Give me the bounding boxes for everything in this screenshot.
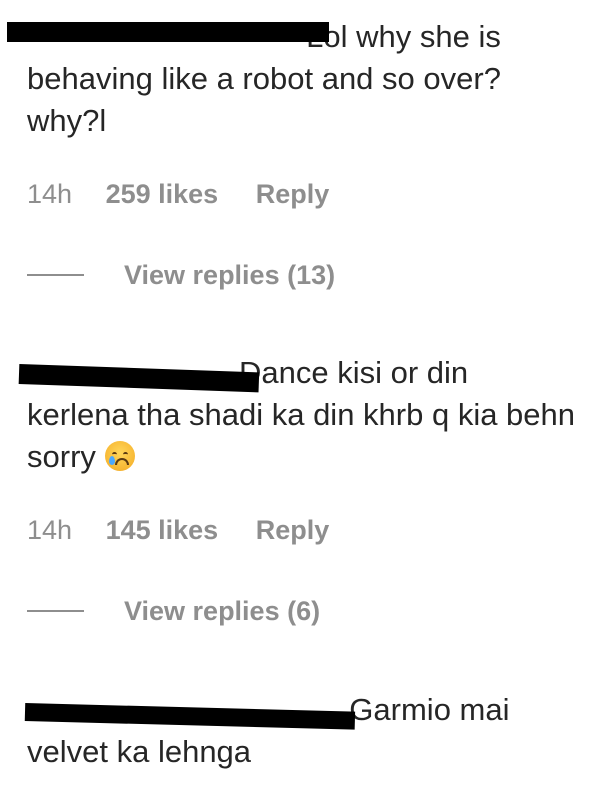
comment-username[interactable]: salehaa_secret_diary [24,689,356,731]
view-replies-button[interactable]: View replies (6) [27,595,320,627]
comment-text-block: jaaya_hussainDance kisi or din kerlena t… [18,352,577,478]
reply-button[interactable]: Reply [256,514,330,546]
replies-divider-line [27,610,84,612]
comment: jaaya_hussainDance kisi or din kerlena t… [18,352,577,478]
comment-meta: 14h 259 likes Reply [27,178,329,210]
comment-likes-count[interactable]: 259 likes [106,178,219,210]
comment-text-block: mahnoor_khan111 Lol why she is behaving … [7,16,577,142]
comment-timestamp: 14h [27,515,73,545]
comment-username[interactable]: mahnoor_khan111 [7,16,329,58]
username-redaction [24,703,356,730]
username-redaction [7,22,329,42]
comment: mahnoor_khan111 Lol why she is behaving … [7,16,577,142]
reply-button[interactable]: Reply [256,178,330,210]
comment-text-block: salehaa_secret_diary Garmio mai velvet k… [24,689,577,773]
comment-username[interactable]: jaaya_hussain [18,352,260,394]
crying-face-emoji-icon [104,441,135,471]
comment-likes-count[interactable]: 145 likes [106,514,219,546]
comment-timestamp: 14h [27,179,73,209]
view-replies-label: View replies (13) [124,259,336,290]
comment: salehaa_secret_diary Garmio mai velvet k… [24,689,577,773]
comment-meta: 14h 145 likes Reply [27,514,329,546]
view-replies-label: View replies (6) [124,595,321,626]
view-replies-button[interactable]: View replies (13) [27,259,335,291]
replies-divider-line [27,274,84,276]
username-redaction [18,364,260,393]
